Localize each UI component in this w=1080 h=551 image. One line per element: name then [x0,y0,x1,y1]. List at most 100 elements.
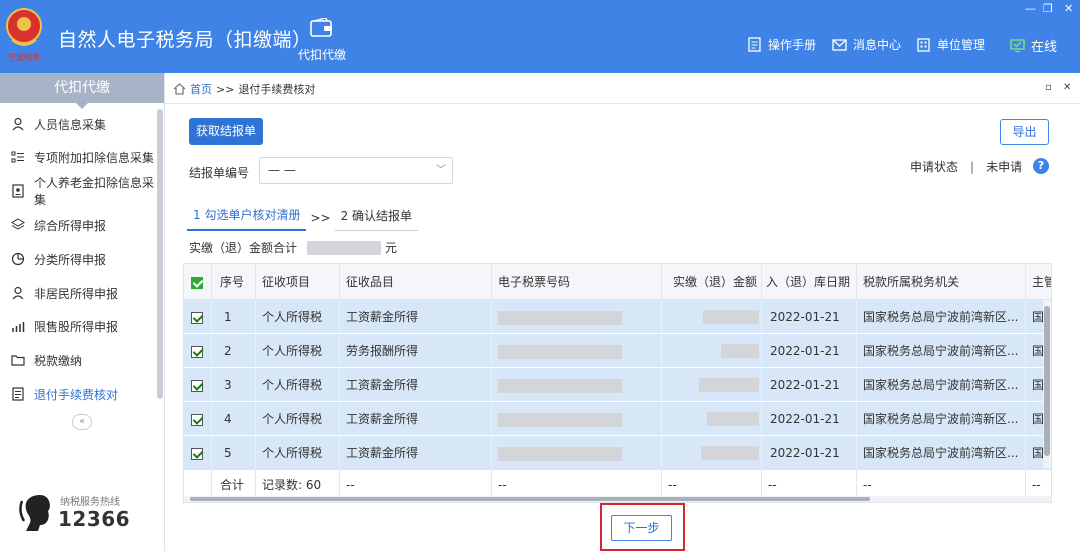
cell-amount [662,436,762,470]
report-no-select[interactable]: — — ﹀ [259,157,453,184]
hotline-number: 12366 [58,507,131,531]
cell-date: 2022-01-21 [762,300,857,334]
sidebar-item-8[interactable]: 退付手续费核对 [0,379,158,409]
message-center-link[interactable]: 消息中心 [832,36,901,53]
restore-icon[interactable]: ❐ [1043,2,1053,15]
sidebar-item-label: 人员信息采集 [34,117,107,132]
scroll-thumb[interactable] [1044,306,1050,456]
row-checkbox-cell [184,300,212,334]
sidebar-item-label: 税款缴纳 [34,353,83,368]
pie-icon [11,252,25,266]
col-header-subitem[interactable]: 征收品目 [340,264,492,300]
minimize-icon[interactable]: — [1025,2,1036,15]
table-row[interactable]: 1 个人所得税 工资薪金所得 2022-01-21 国家税务总局宁波前湾新区... 国 [184,300,1051,334]
table-row[interactable]: 2 个人所得税 劳务报酬所得 2022-01-21 国家税务总局宁波前湾新区... 国 [184,334,1051,368]
sidebar-item-1[interactable]: 专项附加扣除信息采集 [0,142,158,172]
cell-ticket [492,300,662,334]
col-header-amount[interactable]: 实缴（退）金额 [662,264,762,300]
step-sep: >> [310,210,331,225]
next-step-button[interactable]: 下一步 [611,515,672,541]
sidebar-item-4[interactable]: 分类所得申报 [0,244,158,274]
col-header-authority[interactable]: 主管 [1026,264,1051,300]
sidebar-item-6[interactable]: 限售股所得申报 [0,311,158,341]
report-no-value: — — [268,163,296,177]
manual-link[interactable]: 操作手册 [747,36,816,53]
sidebar-item-0[interactable]: 人员信息采集 [0,109,158,139]
row-checkbox[interactable] [191,413,203,426]
select-all-cell [184,264,212,300]
app-title: 自然人电子税务局（扣缴端） [58,29,312,51]
col-header-no[interactable]: 序号 [212,264,256,300]
panel-restore-icon[interactable]: ▫ [1045,82,1052,93]
sidebar-scrollbar[interactable] [157,109,163,399]
tab-step-2[interactable]: 2 确认结报单 [334,205,419,231]
cell-no: 4 [212,402,256,436]
sidebar-item-label: 综合所得申报 [34,218,107,233]
title-bar: 宁波税务 自然人电子税务局（扣缴端） 代扣代缴 操作手册 消息中心 单位管理 在… [0,0,1080,73]
sidebar-item-label: 个人养老金扣除信息采集 [34,176,155,207]
sidebar-item-3[interactable]: 综合所得申报 [0,210,158,240]
next-button-highlight: 下一步 [600,503,685,551]
table-footer: 合计 记录数: 60 -- -- -- -- -- -- [184,469,1051,500]
row-checkbox[interactable] [191,447,203,460]
row-checkbox[interactable] [191,345,203,358]
table-row[interactable]: 3 个人所得税 工资薪金所得 2022-01-21 国家税务总局宁波前湾新区... 国 [184,368,1051,402]
main-panel: 首页 >> 退付手续费核对 ▫ ✕ 获取结报单 导出 结报单编号 — — ﹀ 申… [165,73,1080,551]
col-header-office[interactable]: 税款所属税务机关 [857,264,1026,300]
svg-text:宁波税务: 宁波税务 [8,52,40,62]
tab-step-1[interactable]: 1 勾选单户核对清册 [187,204,307,231]
col-header-item[interactable]: 征收项目 [256,264,340,300]
amount-unit: 元 [385,241,398,255]
sidebar-item-5[interactable]: 非居民所得申报 [0,278,158,308]
list-icon [11,150,25,164]
breadcrumb-current: 退付手续费核对 [238,83,316,96]
amount-redacted [701,446,759,460]
person-icon [11,286,25,300]
online-status[interactable]: 在线 [1010,36,1057,55]
table-vertical-scrollbar[interactable] [1043,300,1051,468]
breadcrumb-home[interactable]: 首页 [190,81,212,97]
help-icon[interactable]: ? [1033,158,1049,174]
close-icon[interactable]: ✕ [1064,2,1073,15]
fetch-report-button[interactable]: 获取结报单 [189,118,263,145]
cell-date: 2022-01-21 [762,368,857,402]
amount-redacted [707,412,759,426]
scroll-thumb[interactable] [190,497,870,501]
sidebar-item-label: 专项附加扣除信息采集 [34,150,155,165]
cell-date: 2022-01-21 [762,436,857,470]
cell-date: 2022-01-21 [762,334,857,368]
sidebar-item-2[interactable]: 个人养老金扣除信息采集 [0,176,158,207]
col-header-ticket[interactable]: 电子税票号码 [492,264,662,300]
hotline-label: 纳税服务热线 [60,497,120,508]
cell-subitem: 劳务报酬所得 [340,334,492,368]
amount-total: 实缴（退）金额合计 元 [189,239,397,256]
export-button[interactable]: 导出 [1000,119,1049,145]
table-row[interactable]: 4 个人所得税 工资薪金所得 2022-01-21 国家税务总局宁波前湾新区... 国 [184,402,1051,436]
select-all-checkbox[interactable] [191,276,203,289]
unit-management-link[interactable]: 单位管理 [916,36,985,53]
sidebar-item-7[interactable]: 税款缴纳 [0,345,158,375]
status-value: 未申请 [986,160,1023,174]
sidebar-item-label: 退付手续费核对 [34,387,119,402]
home-icon[interactable] [173,83,186,95]
collapse-sidebar-button[interactable]: « [72,414,92,430]
hotline-person-icon [19,495,50,531]
cell-amount [662,300,762,334]
row-checkbox-cell [184,436,212,470]
module-withholding[interactable]: 代扣代缴 [292,14,352,68]
row-checkbox[interactable] [191,379,203,392]
cell-office: 国家税务总局宁波前湾新区... [857,300,1026,334]
cell-date: 2022-01-21 [762,402,857,436]
cell-item: 个人所得税 [256,334,340,368]
row-checkbox-cell [184,368,212,402]
document-icon [11,387,25,401]
row-checkbox-cell [184,402,212,436]
application-status: 申请状态 | 未申请 [910,158,1022,175]
table-row[interactable]: 5 个人所得税 工资薪金所得 2022-01-21 国家税务总局宁波前湾新区... 国 [184,436,1051,470]
step-tabs: 1 勾选单户核对清册 >> 2 确认结报单 [187,204,419,231]
row-checkbox[interactable] [191,311,203,324]
col-header-date[interactable]: 入（退）库日期 [762,264,857,300]
ticket-redacted [498,344,622,359]
panel-close-icon[interactable]: ✕ [1063,82,1071,93]
table-horizontal-scrollbar[interactable] [184,496,1051,502]
